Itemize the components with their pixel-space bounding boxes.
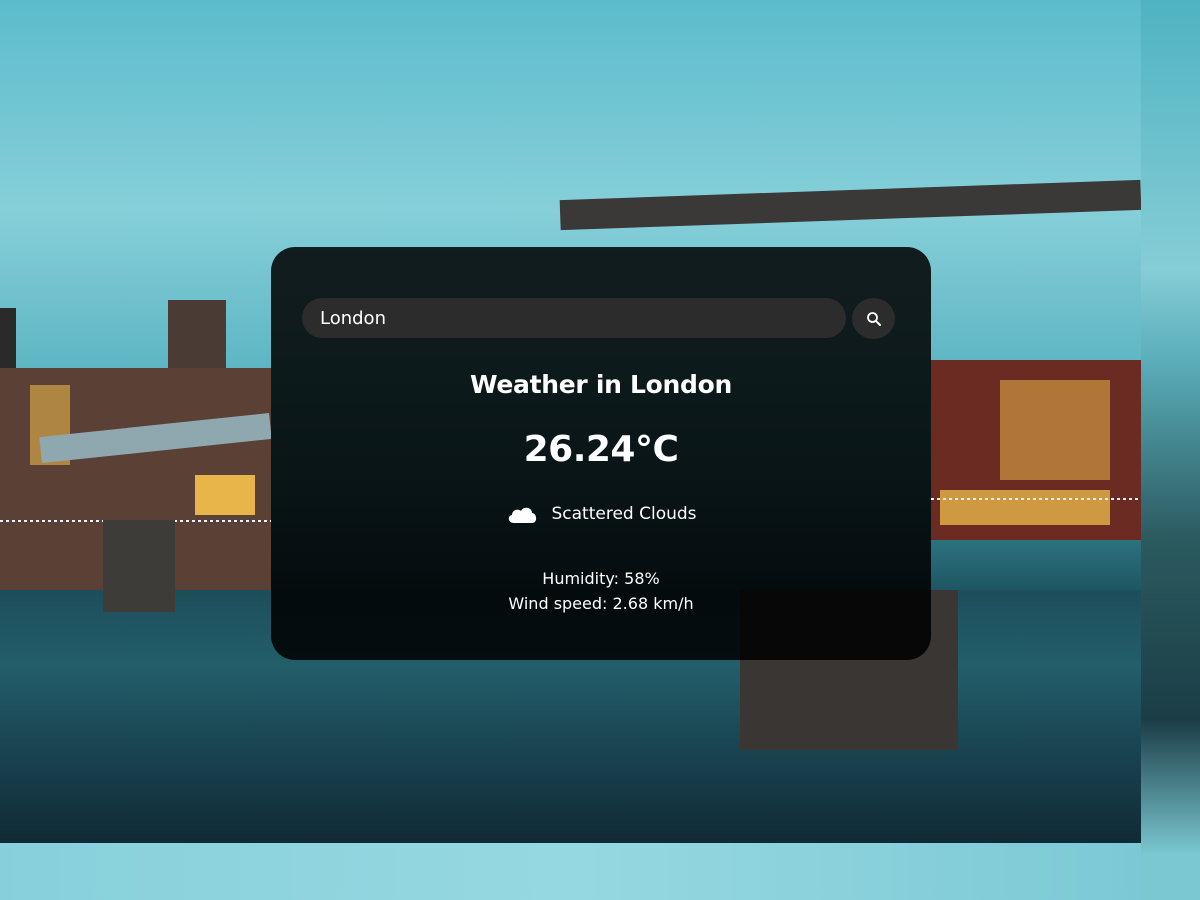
bridge-pier	[103, 520, 175, 612]
search-bar	[302, 298, 895, 339]
background-strip-bottom	[0, 843, 1141, 900]
cloud-icon	[509, 507, 537, 523]
background-strip-right	[1141, 0, 1200, 900]
lit-windows	[940, 490, 1110, 525]
lit-windows	[195, 475, 255, 515]
bridge-lights	[931, 498, 1141, 500]
weather-condition: Scattered Clouds	[271, 502, 931, 526]
temperature: 26.24°C	[523, 429, 679, 470]
bridge-deck	[559, 179, 1141, 231]
weather-card: Weather in London 26.24°C Scattered Clou…	[271, 247, 931, 660]
wind-speed-label: Wind speed: 2.68 km/h	[508, 594, 694, 613]
search-icon	[866, 311, 881, 326]
lit-windows	[1000, 380, 1110, 480]
weather-description: Scattered Clouds	[551, 504, 697, 524]
weather-title: Weather in London	[470, 370, 732, 399]
humidity-label: Humidity: 58%	[542, 569, 660, 588]
search-button[interactable]	[852, 298, 895, 339]
search-input[interactable]	[302, 298, 846, 338]
